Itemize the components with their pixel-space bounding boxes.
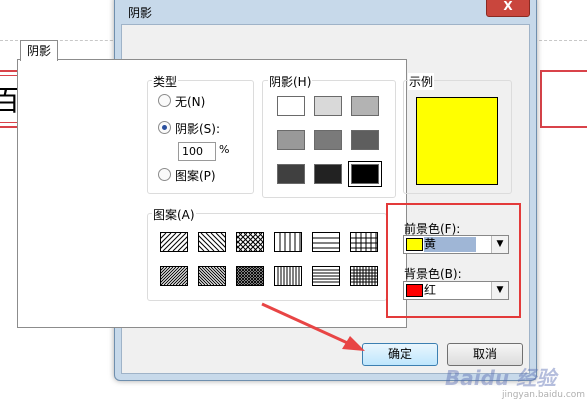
- tab-shading[interactable]: 阴影: [20, 40, 58, 61]
- watermark-logo: Baidu 经验: [445, 366, 557, 390]
- annotation-arrow: [261, 302, 365, 351]
- watermark-url: jingyan.baidu.com: [502, 390, 586, 400]
